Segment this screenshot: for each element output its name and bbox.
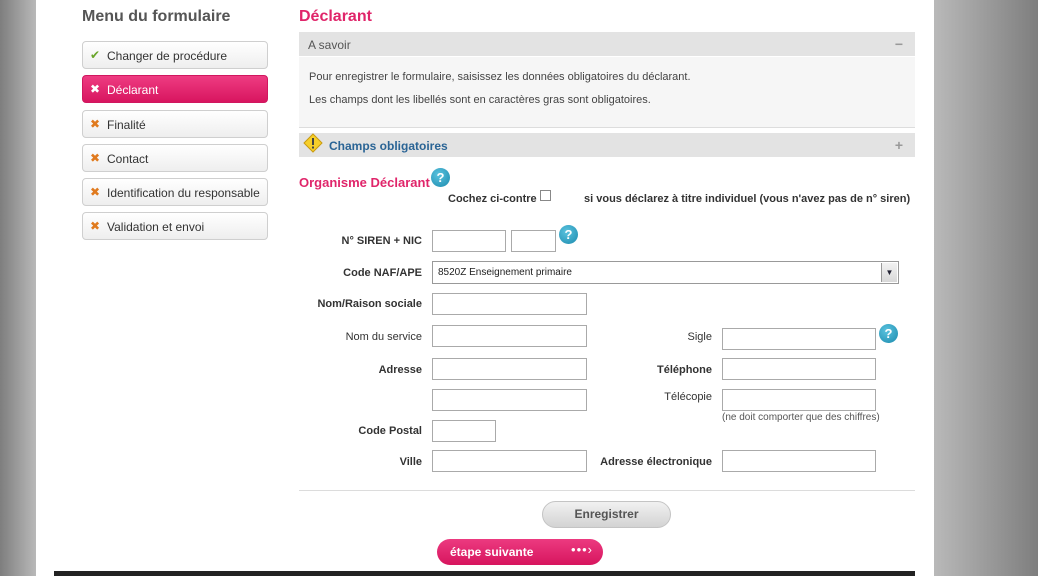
nom-raison-sociale-input[interactable] <box>432 293 587 315</box>
cochez-label: Cochez ci-contre <box>448 193 537 205</box>
adresse-input-line-2[interactable] <box>432 389 587 411</box>
chevron-down-icon[interactable]: ▼ <box>881 263 897 282</box>
adresse-input-line-1[interactable] <box>432 358 587 380</box>
etape-suivante-label: étape suivante <box>450 545 534 559</box>
siren-label: N° SIREN + NIC <box>341 235 423 247</box>
footer-bar <box>54 571 915 576</box>
info-text-line-1: Pour enregistrer le formulaire, saisisse… <box>309 71 691 83</box>
nom-service-label: Nom du service <box>345 331 422 343</box>
a-savoir-label: A savoir <box>308 38 351 52</box>
info-text-line-2: Les champs dont les libellés sont en car… <box>309 94 651 106</box>
warning-icon <box>303 133 323 153</box>
cross-icon: ✖ <box>90 185 101 199</box>
telecopie-hint: (ne doit comporter que des chiffres) <box>722 412 880 423</box>
individuel-checkbox[interactable] <box>540 190 551 201</box>
a-savoir-body <box>299 57 915 128</box>
help-icon[interactable]: ? <box>559 225 578 244</box>
arrow-right-icon: •••› <box>571 542 593 557</box>
page-title: Déclarant <box>299 8 372 25</box>
adresse-electronique-input[interactable] <box>722 450 876 472</box>
window-background-right <box>934 0 1038 576</box>
ville-input[interactable] <box>432 450 587 472</box>
enregistrer-button[interactable]: Enregistrer <box>542 501 671 528</box>
siren-input[interactable] <box>432 230 506 252</box>
sidebar-item-label: Changer de procédure <box>107 49 228 63</box>
champs-obligatoires-label[interactable]: Champs obligatoires <box>329 139 448 153</box>
a-savoir-header[interactable]: A savoir − <box>299 32 915 56</box>
adresse-electronique-label: Adresse électronique <box>600 456 712 468</box>
ville-label: Ville <box>399 456 422 468</box>
telecopie-label: Télécopie <box>664 391 712 403</box>
sigle-label: Sigle <box>687 331 712 343</box>
sidebar-title: Menu du formulaire <box>82 8 231 25</box>
sidebar-item-declarant[interactable]: ✖ Déclarant <box>82 75 268 103</box>
telephone-input[interactable] <box>722 358 876 380</box>
nom-service-input[interactable] <box>432 325 587 347</box>
adresse-label: Adresse <box>378 364 422 376</box>
check-icon: ✔ <box>90 48 101 62</box>
window-background-left <box>0 0 36 576</box>
etape-suivante-button[interactable]: étape suivante •••› <box>437 539 603 565</box>
naf-selected-value: 8520Z Enseignement primaire <box>438 267 572 278</box>
code-postal-input[interactable] <box>432 420 496 442</box>
sidebar-item-label: Déclarant <box>107 83 159 97</box>
telecopie-input[interactable] <box>722 389 876 411</box>
code-postal-label: Code Postal <box>358 425 422 437</box>
expand-icon[interactable]: + <box>895 137 903 153</box>
cross-icon: ✖ <box>90 151 101 165</box>
sidebar-item-label: Contact <box>107 152 149 166</box>
sigle-input[interactable] <box>722 328 876 350</box>
nic-input[interactable] <box>511 230 556 252</box>
sidebar-item-identification[interactable]: ✖ Identification du responsable <box>82 178 268 206</box>
cross-icon: ✖ <box>90 117 101 131</box>
telephone-label: Téléphone <box>656 364 712 376</box>
cross-icon: ✖ <box>90 82 101 96</box>
help-icon[interactable]: ? <box>879 324 898 343</box>
sidebar-item-label: Finalité <box>107 118 146 132</box>
naf-select[interactable]: 8520Z Enseignement primaire ▼ <box>432 261 899 284</box>
help-icon[interactable]: ? <box>431 168 450 187</box>
naf-label: Code NAF/APE <box>343 267 422 279</box>
form-divider <box>299 490 915 491</box>
sidebar-item-changer-procedure[interactable]: ✔ Changer de procédure <box>82 41 268 69</box>
sidebar-item-finalite[interactable]: ✖ Finalité <box>82 110 268 138</box>
sidebar-item-contact[interactable]: ✖ Contact <box>82 144 268 172</box>
nom-raison-sociale-label: Nom/Raison sociale <box>317 298 422 310</box>
individuel-label: si vous déclarez à titre individuel (vou… <box>584 193 911 205</box>
sidebar-item-label: Validation et envoi <box>107 220 205 234</box>
organisme-declarant-title: Organisme Déclarant <box>299 175 430 190</box>
sidebar-item-label: Identification du responsable <box>107 186 260 200</box>
collapse-icon[interactable]: − <box>895 36 903 52</box>
sidebar-item-validation[interactable]: ✖ Validation et envoi <box>82 212 268 240</box>
cross-icon: ✖ <box>90 219 101 233</box>
